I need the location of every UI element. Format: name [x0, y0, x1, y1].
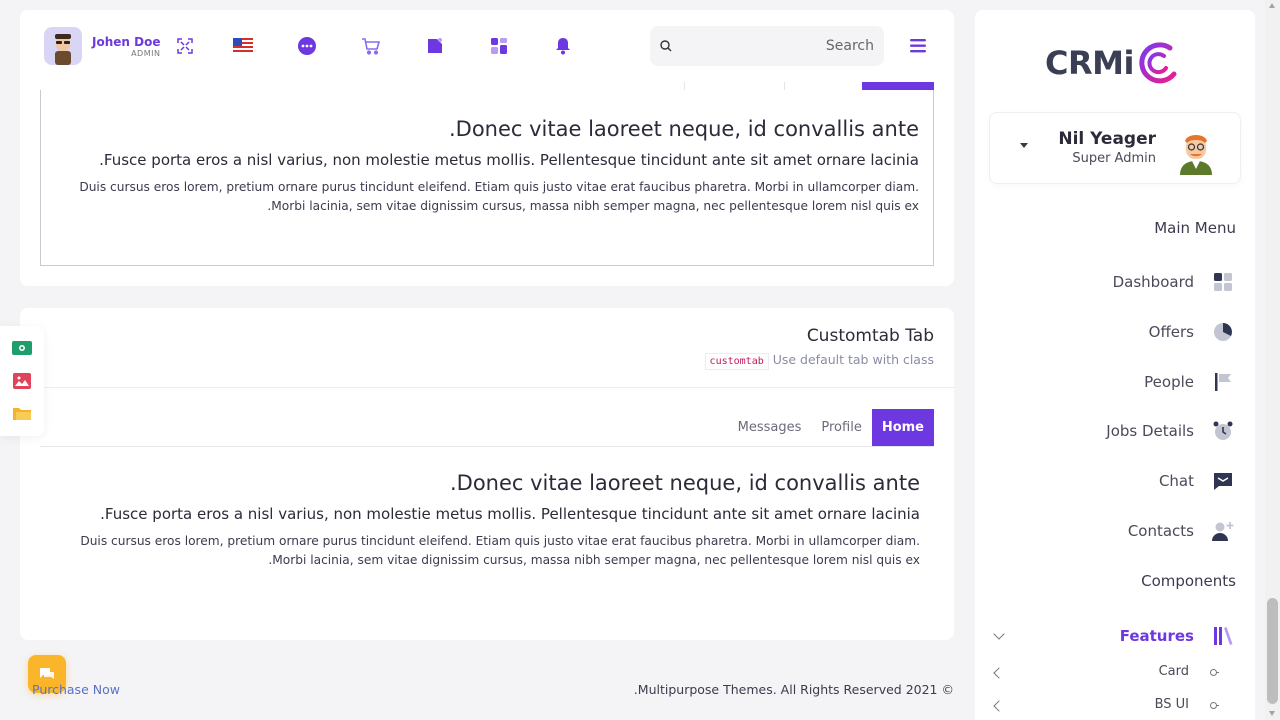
- floating-toolbar: [0, 326, 44, 436]
- card-subtitle-text: Use default tab with class: [772, 352, 934, 367]
- sidebar-item-features[interactable]: Features: [1120, 621, 1236, 651]
- sidebar-subitem-label: BS UI: [1154, 697, 1189, 712]
- chat-bubble-icon[interactable]: [296, 35, 318, 57]
- scrollbar-thumb[interactable]: [1267, 598, 1278, 704]
- user-menu[interactable]: Johen Doe ADMIN: [44, 27, 160, 65]
- sidebar-item-jobs-details[interactable]: Jobs Details: [1106, 416, 1236, 446]
- user-name: Johen Doe: [92, 34, 161, 49]
- sidebar-item-label: People: [1144, 373, 1194, 391]
- logo[interactable]: CRMi: [1045, 34, 1180, 92]
- bell-icon[interactable]: [552, 35, 574, 57]
- tab-profile[interactable]: Profile: [811, 409, 871, 446]
- pane-lead: Fusce porta eros a nisl varius, non mole…: [99, 151, 919, 169]
- code-snippet: customtab: [704, 353, 769, 370]
- sidebar-item-chat[interactable]: Chat: [1159, 466, 1236, 496]
- sidebar-item-people[interactable]: People: [1144, 367, 1236, 397]
- pie-chart-icon: [1210, 319, 1236, 345]
- alarm-clock-icon: [1210, 418, 1236, 444]
- card-header: Customtab Tab customtab Use default tab …: [20, 308, 954, 388]
- main-menu-heading: Main Menu: [1154, 219, 1236, 237]
- user-avatar: [44, 27, 82, 65]
- bullet-icon: [1207, 668, 1219, 676]
- right-sidebar: CRMi Nil Yeager Super Admin Main Menu Da…: [975, 10, 1255, 720]
- us-flag-icon[interactable]: [232, 35, 254, 57]
- chat-icon: [1210, 468, 1236, 494]
- tab-card-scrolled: Donec vitae laoreet neque, id convallis …: [20, 82, 954, 286]
- sidebar-item-dashboard[interactable]: Dashboard: [1113, 267, 1236, 297]
- sidebar-item-label: Offers: [1148, 323, 1194, 341]
- components-heading: Components: [1141, 572, 1236, 590]
- pane-body: Duis cursus eros lorem, pretium ornare p…: [80, 534, 920, 567]
- profile-avatar: [1180, 135, 1212, 175]
- sidebar-item-label: Chat: [1158, 472, 1194, 490]
- tab-strip-partial: [684, 82, 934, 90]
- dashboard-icon: [1210, 269, 1236, 295]
- folder-icon[interactable]: [11, 403, 33, 423]
- pane-title: Donec vitae laoreet neque, id convallis …: [449, 471, 920, 495]
- tab-home[interactable]: Home: [871, 409, 934, 446]
- tab-pane: Donec vitae laoreet neque, id convallis …: [40, 90, 934, 266]
- image-icon[interactable]: [11, 371, 33, 391]
- scroll-up-arrow-icon[interactable]: [1269, 3, 1275, 8]
- tab-list: Messages Profile Home: [728, 409, 934, 446]
- document-icon[interactable]: [424, 35, 446, 57]
- flag-icon: [1210, 369, 1236, 395]
- sidebar-item-label: Dashboard: [1112, 273, 1194, 291]
- logo-mark-icon: [1139, 42, 1177, 84]
- card-title: Customtab Tab: [806, 326, 934, 346]
- pane-lead: Fusce porta eros a nisl varius, non mole…: [100, 505, 920, 523]
- tab-pane-home: Donec vitae laoreet neque, id convallis …: [68, 468, 920, 570]
- sidebar-item-contacts[interactable]: Contacts: [1128, 516, 1236, 546]
- money-icon[interactable]: [11, 338, 33, 358]
- card-subtitle: customtab Use default tab with class: [20, 352, 934, 370]
- sidebar-item-label: Contacts: [1127, 522, 1194, 540]
- cart-icon[interactable]: [360, 35, 382, 57]
- fullscreen-icon[interactable]: [174, 35, 196, 57]
- chevron-down-icon[interactable]: [993, 628, 1005, 640]
- search-icon: [660, 37, 672, 56]
- top-header: Johen Doe ADMIN: [20, 10, 954, 82]
- profile-role: Super Admin: [1072, 151, 1156, 166]
- logo-text: CRMi: [1045, 44, 1134, 82]
- add-user-icon: [1210, 518, 1236, 544]
- sidebar-subitem-bs-ui[interactable]: BS UI: [1155, 697, 1219, 712]
- search-input[interactable]: [672, 38, 874, 54]
- profile-card[interactable]: Nil Yeager Super Admin: [989, 112, 1241, 184]
- library-icon: [1210, 623, 1236, 649]
- pane-title: Donec vitae laoreet neque, id convallis …: [448, 117, 919, 141]
- sidebar-item-label: Jobs Details: [1106, 422, 1194, 440]
- dashboard-widget-icon[interactable]: [488, 35, 510, 57]
- sidebar-subitem-label: Card: [1158, 664, 1189, 679]
- tab-messages[interactable]: Messages: [728, 409, 812, 446]
- sidebar-subitem-card[interactable]: Card: [1159, 664, 1219, 679]
- purchase-now-link[interactable]: Purchase Now: [32, 682, 120, 697]
- chevron-left-icon[interactable]: [993, 700, 1005, 712]
- profile-name: Nil Yeager: [1058, 129, 1156, 149]
- chevron-left-icon[interactable]: [993, 667, 1005, 679]
- copyright-text: © 2021 Multipurpose Themes. All Rights R…: [633, 682, 954, 697]
- tab-divider: [40, 446, 934, 447]
- search-box[interactable]: [650, 26, 884, 66]
- caret-down-icon[interactable]: [1020, 143, 1028, 148]
- pane-body: Duis cursus eros lorem, pretium ornare p…: [79, 180, 919, 213]
- page-scrollbar[interactable]: [1265, 0, 1280, 720]
- sidebar-item-offers[interactable]: Offers: [1149, 317, 1236, 347]
- hamburger-icon[interactable]: [908, 35, 930, 57]
- sidebar-item-label: Features: [1119, 627, 1194, 645]
- scroll-down-arrow-icon[interactable]: [1269, 711, 1275, 716]
- bullet-icon: [1207, 701, 1219, 709]
- customtab-card: Customtab Tab customtab Use default tab …: [20, 308, 954, 640]
- user-role: ADMIN: [131, 48, 161, 58]
